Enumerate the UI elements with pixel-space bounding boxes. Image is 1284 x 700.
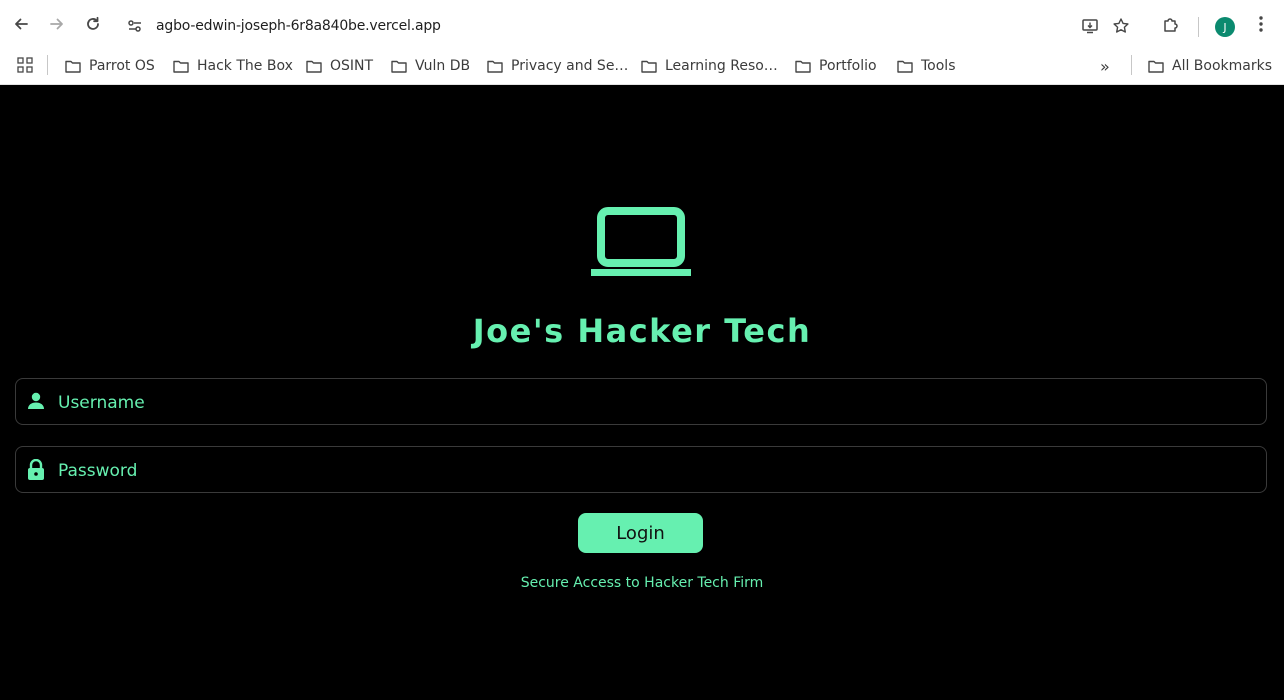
arrow-right-icon	[50, 18, 63, 30]
page-title: Joe's Hacker Tech	[472, 312, 812, 350]
apps-grid-icon[interactable]	[17, 57, 33, 78]
tagline: Secure Access to Hacker Tech Firm	[520, 575, 764, 591]
username-field[interactable]	[15, 378, 1267, 426]
bookmark-label: Tools	[921, 58, 956, 74]
bookmark-label: Hack The Box	[197, 58, 293, 74]
folder-icon	[641, 60, 657, 73]
profile-avatar[interactable]: J	[1215, 17, 1235, 37]
bookmark-label: Vuln DB	[415, 58, 471, 74]
bookmark-folder[interactable]: Tools	[897, 55, 956, 77]
bookmarks-bar: Parrot OS Hack The Box OSINT Vuln DB Pri…	[0, 48, 1284, 85]
folder-icon	[391, 60, 407, 73]
folder-icon	[795, 60, 811, 73]
folder-icon	[897, 60, 913, 73]
person-icon	[26, 391, 46, 411]
bookmark-folder[interactable]: Hack The Box	[173, 55, 293, 77]
all-bookmarks-button[interactable]: All Bookmarks	[1148, 55, 1272, 77]
bookmark-folder[interactable]: Parrot OS	[65, 55, 155, 77]
kebab-menu-icon	[1259, 16, 1263, 32]
url-text[interactable]: agbo-edwin-joseph-6r8a840be.vercel.app	[156, 18, 441, 34]
bookmarks-separator	[1131, 55, 1132, 75]
username-input[interactable]	[56, 379, 1255, 426]
menu-button[interactable]	[1248, 11, 1274, 37]
extensions-button[interactable]	[1158, 11, 1184, 37]
reload-icon	[87, 16, 99, 30]
folder-icon	[173, 60, 189, 73]
password-input[interactable]	[56, 447, 1255, 494]
bookmarks-separator	[47, 55, 48, 75]
address-bar[interactable]: agbo-edwin-joseph-6r8a840be.vercel.app	[117, 8, 1151, 44]
bookmark-label: Portfolio	[819, 58, 877, 74]
folder-icon	[487, 60, 503, 73]
back-button[interactable]	[8, 11, 34, 37]
folder-icon	[306, 60, 322, 73]
reload-button[interactable]	[80, 11, 106, 37]
puzzle-icon	[1164, 18, 1178, 32]
login-button[interactable]: Login	[578, 513, 703, 553]
toolbar-separator	[1198, 17, 1199, 37]
site-info-icon[interactable]	[127, 18, 143, 39]
bookmark-label: OSINT	[330, 58, 374, 74]
install-app-icon[interactable]	[1081, 17, 1099, 40]
all-bookmarks-label: All Bookmarks	[1172, 58, 1273, 74]
bookmark-folder[interactable]: Vuln DB	[391, 55, 470, 77]
bookmark-folder[interactable]: Portfolio	[795, 55, 877, 77]
login-page: Joe's Hacker Tech Login Secure Access to…	[0, 85, 1284, 700]
password-field[interactable]	[15, 446, 1267, 494]
bookmark-label: Privacy and Se…	[511, 58, 629, 74]
folder-icon	[65, 60, 81, 73]
browser-toolbar: agbo-edwin-joseph-6r8a840be.vercel.app J	[0, 0, 1284, 48]
lock-icon	[26, 458, 46, 480]
bookmark-label: Parrot OS	[89, 58, 155, 74]
laptop-icon	[590, 207, 692, 282]
star-icon[interactable]	[1112, 17, 1130, 40]
bookmark-label: Learning Reso…	[665, 58, 778, 74]
bookmark-folder[interactable]: OSINT	[306, 55, 373, 77]
arrow-left-icon	[15, 18, 28, 30]
bookmarks-overflow-button[interactable]: »	[1100, 55, 1110, 77]
folder-icon	[1148, 60, 1164, 73]
bookmark-folder[interactable]: Learning Reso…	[641, 55, 778, 77]
bookmark-folder[interactable]: Privacy and Se…	[487, 55, 628, 77]
forward-button[interactable]	[44, 11, 70, 37]
